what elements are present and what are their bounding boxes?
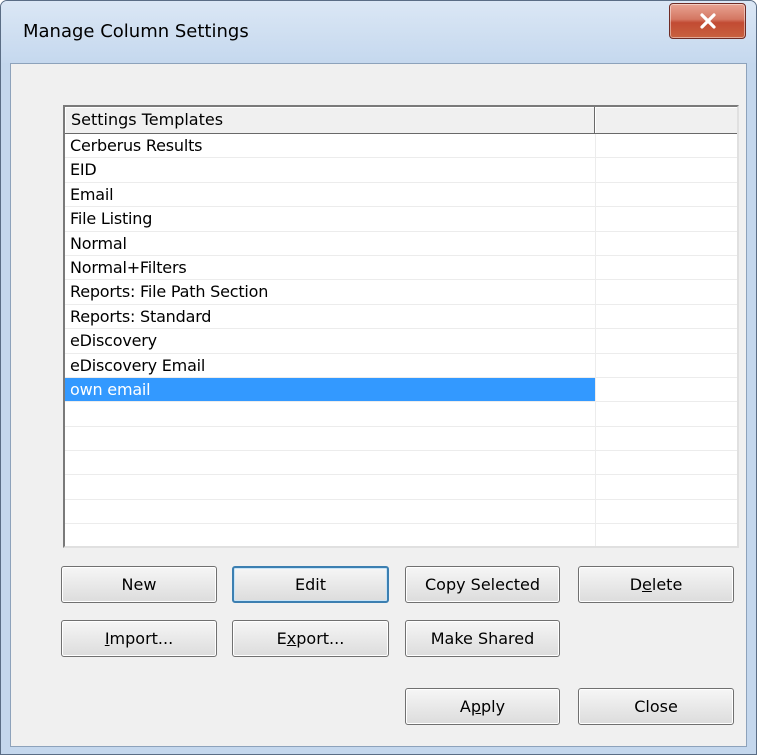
apply-button-label: Apply (459, 697, 506, 716)
settings-templates-list[interactable]: Settings Templates Cerberus Results EID … (63, 105, 739, 548)
column-header-settings-templates[interactable]: Settings Templates (65, 107, 595, 134)
import-button-label: Import... (104, 629, 174, 648)
empty-list-row (65, 426, 737, 452)
list-item[interactable]: Normal+Filters (65, 255, 737, 281)
empty-list-row (65, 524, 737, 546)
empty-list-row (65, 499, 737, 525)
empty-list-row (65, 475, 737, 500)
close-x-icon (699, 13, 716, 29)
new-button-label: New (121, 575, 157, 594)
empty-list-row (65, 402, 737, 427)
close-window-button[interactable] (669, 3, 746, 39)
empty-list-row (65, 451, 737, 476)
column-header-blank[interactable] (595, 107, 737, 134)
edit-button-label: Edit (295, 575, 326, 594)
list-item-label: Cerberus Results (65, 134, 595, 159)
list-item-label: Normal (65, 232, 595, 256)
list-item-label: eDiscovery (65, 329, 595, 354)
delete-button-label: Delete (629, 575, 683, 594)
list-item-label: own email (65, 377, 595, 403)
copy-selected-button-label: Copy Selected (424, 575, 541, 594)
make-shared-button[interactable]: Make Shared (405, 620, 560, 657)
list-item[interactable]: Reports: Standard (65, 304, 737, 330)
list-rows: Cerberus Results EID Email File Listing … (65, 134, 737, 546)
new-button[interactable]: New (61, 566, 217, 603)
list-item-label: eDiscovery Email (65, 354, 595, 378)
dialog-client-area: Settings Templates Cerberus Results EID … (10, 63, 747, 747)
export-button[interactable]: Export... (232, 620, 389, 657)
list-item[interactable]: Normal (65, 231, 737, 256)
list-item[interactable]: Reports: File Path Section (65, 280, 737, 305)
list-header: Settings Templates (65, 107, 737, 134)
list-item-label: Reports: Standard (65, 305, 595, 330)
export-button-label: Export... (276, 629, 345, 648)
list-item-selected[interactable]: own email (65, 377, 737, 403)
close-button[interactable]: Close (578, 688, 734, 725)
list-item[interactable]: Email (65, 182, 737, 208)
list-item[interactable]: Cerberus Results (65, 134, 737, 159)
make-shared-button-label: Make Shared (430, 629, 535, 648)
list-item[interactable]: eDiscovery Email (65, 353, 737, 378)
window-title: Manage Column Settings (23, 21, 249, 42)
list-item[interactable]: eDiscovery (65, 329, 737, 354)
copy-selected-button[interactable]: Copy Selected (405, 566, 560, 603)
list-item[interactable]: EID (65, 158, 737, 183)
close-button-label: Close (634, 697, 678, 716)
list-item-label: Normal+Filters (65, 256, 595, 281)
dialog-window: Manage Column Settings Settings Template… (0, 0, 757, 755)
list-item-label: EID (65, 158, 595, 183)
list-item-label: File Listing (65, 207, 595, 232)
import-button[interactable]: Import... (61, 620, 217, 657)
list-item[interactable]: File Listing (65, 207, 737, 232)
list-item-label: Email (65, 183, 595, 208)
list-item-label: Reports: File Path Section (65, 280, 595, 305)
apply-button[interactable]: Apply (405, 688, 560, 725)
edit-button[interactable]: Edit (232, 566, 389, 603)
delete-button[interactable]: Delete (578, 566, 734, 603)
title-bar[interactable]: Manage Column Settings (1, 1, 756, 63)
